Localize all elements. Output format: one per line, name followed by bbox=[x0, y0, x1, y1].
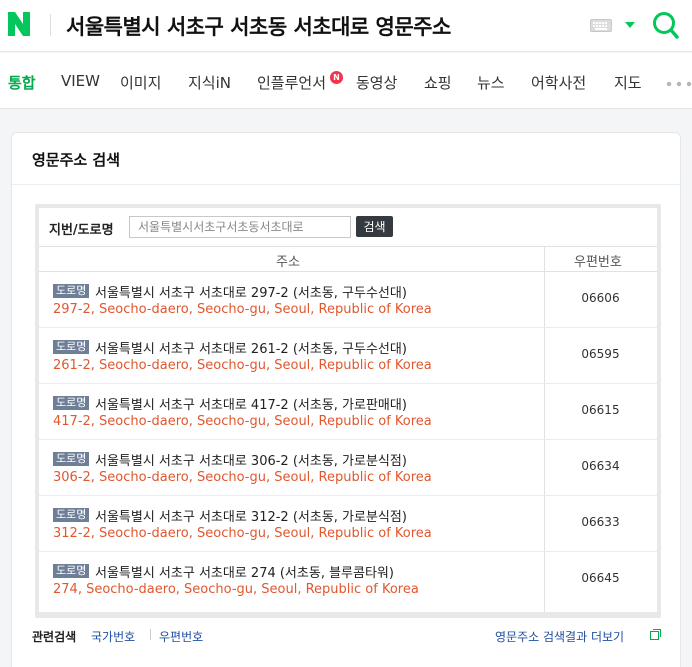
english-address[interactable]: 261-2, Seocho-daero, Seocho-gu, Seoul, R… bbox=[53, 358, 432, 373]
tab-influencer[interactable]: 인플루언서 bbox=[257, 72, 326, 93]
address-table: 주소 우편번호 도로명 서울특별시 서초구 서초대로 297-2 (서초동, 구… bbox=[39, 246, 657, 612]
address-search-row: 지번/도로명 검색 bbox=[39, 208, 657, 246]
table-row: 도로명 서울특별시 서초구 서초대로 306-2 (서초동, 가로분식점) 30… bbox=[39, 440, 657, 496]
zip-code: 06634 bbox=[581, 459, 620, 473]
korean-address: 서울특별시 서초구 서초대로 306-2 (서초동, 가로분식점) bbox=[95, 454, 407, 469]
address-search-input[interactable] bbox=[129, 216, 351, 238]
chevron-down-icon[interactable] bbox=[624, 20, 636, 30]
zip-code: 06645 bbox=[581, 571, 620, 585]
search-icon[interactable] bbox=[652, 10, 680, 40]
search-tabs: 통합 VIEW 이미지 지식iN 인플루언서 N 동영상 쇼핑 뉴스 어학사전 … bbox=[0, 53, 692, 109]
english-address[interactable]: 274, Seocho-daero, Seocho-gu, Seoul, Rep… bbox=[53, 582, 419, 597]
related-separator bbox=[150, 629, 151, 640]
zip-code: 06606 bbox=[581, 291, 620, 305]
keyboard-icon[interactable] bbox=[590, 19, 612, 32]
korean-address: 서울특별시 서초구 서초대로 274 (서초동, 블루콤타워) bbox=[95, 566, 394, 581]
tab-map[interactable]: 지도 bbox=[614, 72, 642, 93]
table-row: 도로명 서울특별시 서초구 서초대로 274 (서초동, 블루콤타워) 274,… bbox=[39, 552, 657, 608]
tab-knowledge-in[interactable]: 지식iN bbox=[188, 72, 231, 93]
english-address[interactable]: 312-2, Seocho-daero, Seocho-gu, Seoul, R… bbox=[53, 526, 432, 541]
tab-images[interactable]: 이미지 bbox=[120, 72, 161, 93]
table-row: 도로명 서울특별시 서초구 서초대로 312-2 (서초동, 가로분식점) 31… bbox=[39, 496, 657, 552]
english-address-card: 영문주소 검색 지번/도로명 검색 주소 우편번호 도로명 서울특별시 서초구 … bbox=[11, 132, 681, 667]
road-name-tag: 도로명 bbox=[53, 508, 90, 522]
tab-dictionary[interactable]: 어학사전 bbox=[531, 72, 586, 93]
table-header: 주소 우편번호 bbox=[39, 246, 657, 272]
related-link-country-code[interactable]: 국가번호 bbox=[91, 628, 135, 645]
english-address[interactable]: 297-2, Seocho-daero, Seocho-gu, Seoul, R… bbox=[53, 302, 432, 317]
road-name-tag: 도로명 bbox=[53, 396, 90, 410]
korean-address: 서울특별시 서초구 서초대로 417-2 (서초동, 가로판매대) bbox=[95, 398, 407, 413]
card-footer: 관련검색 국가번호 우편번호 영문주소 검색결과 더보기 bbox=[12, 626, 680, 656]
korean-address: 서울특별시 서초구 서초대로 261-2 (서초동, 구두수선대) bbox=[95, 342, 407, 357]
header-bar: 서울특별시 서초구 서초동 서초대로 영문주소 bbox=[0, 0, 692, 52]
tab-video[interactable]: 동영상 bbox=[356, 72, 397, 93]
header-zip: 우편번호 bbox=[574, 255, 622, 270]
road-name-tag: 도로명 bbox=[53, 340, 90, 354]
address-search-box: 지번/도로명 검색 주소 우편번호 도로명 서울특별시 서초구 서초대로 297… bbox=[35, 204, 661, 618]
zip-code: 06615 bbox=[581, 403, 620, 417]
korean-address: 서울특별시 서초구 서초대로 297-2 (서초동, 구두수선대) bbox=[95, 286, 407, 301]
english-address[interactable]: 417-2, Seocho-daero, Seocho-gu, Seoul, R… bbox=[53, 414, 432, 429]
address-search-button[interactable]: 검색 bbox=[356, 216, 393, 237]
table-row: 도로명 서울특별시 서초구 서초대로 261-2 (서초동, 구두수선대) 26… bbox=[39, 328, 657, 384]
card-divider bbox=[12, 184, 680, 185]
naver-logo-icon[interactable] bbox=[8, 12, 30, 36]
korean-address: 서울특별시 서초구 서초대로 312-2 (서초동, 가로분식점) bbox=[95, 510, 407, 525]
related-link-zip-code[interactable]: 우편번호 bbox=[159, 628, 203, 645]
address-search-inner: 지번/도로명 검색 주소 우편번호 도로명 서울특별시 서초구 서초대로 297… bbox=[39, 208, 657, 612]
road-name-tag: 도로명 bbox=[53, 564, 90, 578]
tab-shopping[interactable]: 쇼핑 bbox=[424, 72, 452, 93]
english-address[interactable]: 306-2, Seocho-daero, Seocho-gu, Seoul, R… bbox=[53, 470, 432, 485]
zip-code: 06633 bbox=[581, 515, 620, 529]
card-title: 영문주소 검색 bbox=[32, 151, 121, 169]
zip-code: 06595 bbox=[581, 347, 620, 361]
road-name-tag: 도로명 bbox=[53, 284, 90, 298]
road-name-tag: 도로명 bbox=[53, 452, 90, 466]
tab-news[interactable]: 뉴스 bbox=[477, 72, 505, 93]
external-link-icon[interactable] bbox=[650, 629, 661, 640]
related-search-label: 관련검색 bbox=[32, 630, 77, 644]
more-results-link[interactable]: 영문주소 검색결과 더보기 bbox=[495, 628, 624, 645]
table-row: 도로명 서울특별시 서초구 서초대로 297-2 (서초동, 구두수선대) 29… bbox=[39, 272, 657, 328]
logo-divider bbox=[50, 14, 51, 36]
search-label: 지번/도로명 bbox=[49, 223, 114, 238]
table-row: 도로명 서울특별시 서초구 서초대로 417-2 (서초동, 가로판매대) 41… bbox=[39, 384, 657, 440]
search-query-text[interactable]: 서울특별시 서초구 서초동 서초대로 영문주소 bbox=[66, 11, 451, 41]
tab-view[interactable]: VIEW bbox=[61, 72, 100, 90]
more-dots-icon[interactable] bbox=[666, 81, 692, 87]
tab-integrated[interactable]: 통합 bbox=[8, 72, 36, 93]
new-badge: N bbox=[330, 71, 343, 84]
header-address: 주소 bbox=[276, 255, 300, 270]
